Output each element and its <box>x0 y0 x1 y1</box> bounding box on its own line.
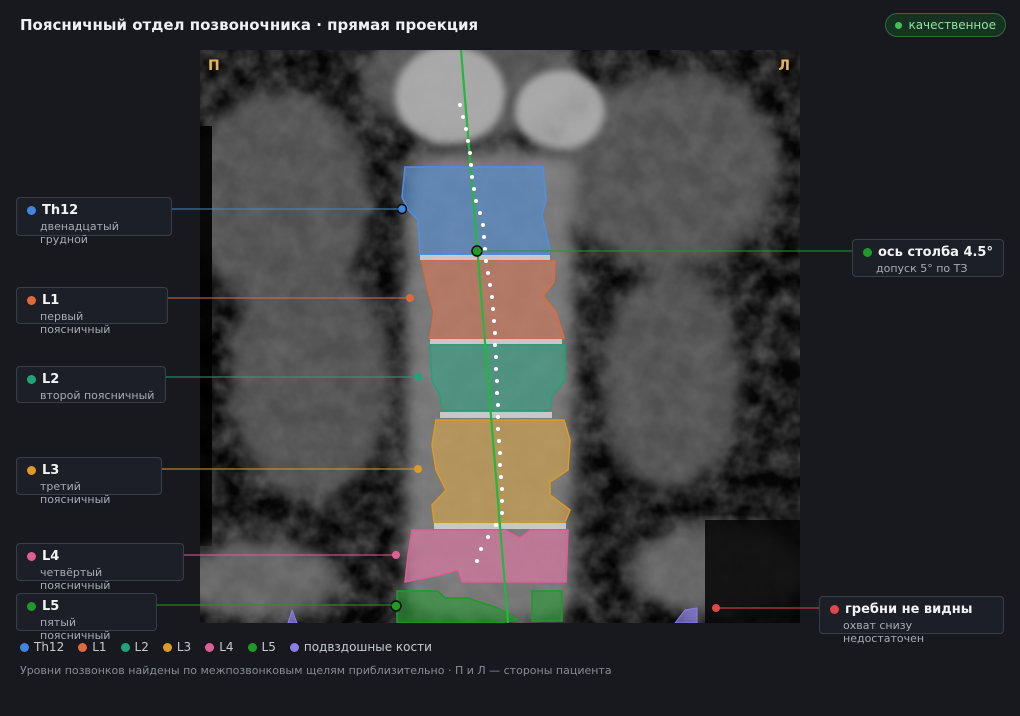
anchor-th12-icon[interactable] <box>396 203 408 215</box>
legend-dot-icon <box>78 642 88 652</box>
legend-item-iliac[interactable]: подвздошные кости <box>289 640 432 654</box>
anchor-l4-icon[interactable] <box>392 551 400 559</box>
status-dot-icon <box>895 21 903 29</box>
legend-item-th12[interactable]: Th12 <box>20 640 64 654</box>
anchor-l3-icon[interactable] <box>414 465 422 473</box>
label-card-l2[interactable]: L2 второй поясничный <box>16 366 166 403</box>
legend-item-l2[interactable]: L2 <box>120 640 149 654</box>
vertebra-l5-region-right <box>531 590 563 622</box>
crests-dot-icon <box>830 605 839 614</box>
xray-image[interactable]: П Л <box>200 50 800 623</box>
l2-dot-icon <box>27 375 36 384</box>
label-card-iliac-crests[interactable]: гребни не видны охват снизу недостаточен <box>819 596 1004 645</box>
vertebra-l3-region <box>431 419 571 523</box>
th12-dot-icon <box>27 206 36 215</box>
side-marker-right-patient: П <box>208 58 220 74</box>
anchor-l2-icon[interactable] <box>414 373 422 381</box>
crests-name: гребни не видны <box>845 602 973 617</box>
anchor-crests-icon[interactable] <box>712 604 720 612</box>
label-card-l1[interactable]: L1 первый поясничный <box>16 287 168 336</box>
l1-dot-icon <box>27 296 36 305</box>
legend: Th12 L1 L2 L3 L4 L5 подвздошные кости <box>20 640 432 654</box>
legend-dot-icon <box>289 642 299 652</box>
th12-description: двенадцатый грудной <box>40 220 119 246</box>
l3-dot-icon <box>27 466 36 475</box>
l3-name: L3 <box>42 463 60 478</box>
anchor-axis-icon[interactable] <box>471 245 483 257</box>
label-card-l3[interactable]: L3 третий поясничный <box>16 457 162 506</box>
l2-description: второй поясничный <box>40 389 155 402</box>
l1-description: первый поясничный <box>40 310 111 336</box>
vertebra-l2-region <box>429 344 566 411</box>
th12-name: Th12 <box>42 203 79 218</box>
crests-description: охват снизу недостаточен <box>843 619 925 645</box>
legend-dot-icon <box>120 642 130 652</box>
quality-badge: качественное <box>885 13 1006 37</box>
l4-description: четвёртый поясничный <box>40 566 111 592</box>
legend-dot-icon <box>20 642 29 652</box>
l5-description: пятый поясничный <box>40 616 111 642</box>
legend-dot-icon <box>205 642 215 652</box>
side-marker-left-patient: Л <box>778 58 790 74</box>
l5-dot-icon <box>27 602 36 611</box>
legend-dot-icon <box>247 642 257 652</box>
l4-dot-icon <box>27 552 36 561</box>
axis-name: ось столба 4.5° <box>878 245 993 260</box>
label-card-spine-axis[interactable]: ось столба 4.5° допуск 5° по ТЗ <box>852 239 1004 277</box>
anchor-l5-icon[interactable] <box>390 600 402 612</box>
vertebra-l1-region <box>421 260 566 339</box>
legend-item-l3[interactable]: L3 <box>162 640 191 654</box>
legend-item-l4[interactable]: L4 <box>205 640 234 654</box>
l3-description: третий поясничный <box>40 480 111 506</box>
label-card-l4[interactable]: L4 четвёртый поясничный <box>16 543 184 592</box>
legend-item-l5[interactable]: L5 <box>247 640 276 654</box>
label-card-th12[interactable]: Th12 двенадцатый грудной <box>16 197 172 246</box>
label-card-l5[interactable]: L5 пятый поясничный <box>16 593 157 642</box>
legend-dot-icon <box>162 642 172 652</box>
l1-name: L1 <box>42 293 60 308</box>
quality-badge-label: качественное <box>908 18 996 32</box>
axis-dot-icon <box>863 248 872 257</box>
footnote: Уровни позвонков найдены по межпозвонков… <box>20 664 612 677</box>
page-title: Поясничный отдел позвоночника · прямая п… <box>20 16 479 34</box>
axis-description: допуск 5° по ТЗ <box>876 262 968 275</box>
l5-name: L5 <box>42 599 60 614</box>
legend-item-l1[interactable]: L1 <box>78 640 107 654</box>
l4-name: L4 <box>42 549 60 564</box>
l2-name: L2 <box>42 372 60 387</box>
anchor-l1-icon[interactable] <box>406 294 414 302</box>
